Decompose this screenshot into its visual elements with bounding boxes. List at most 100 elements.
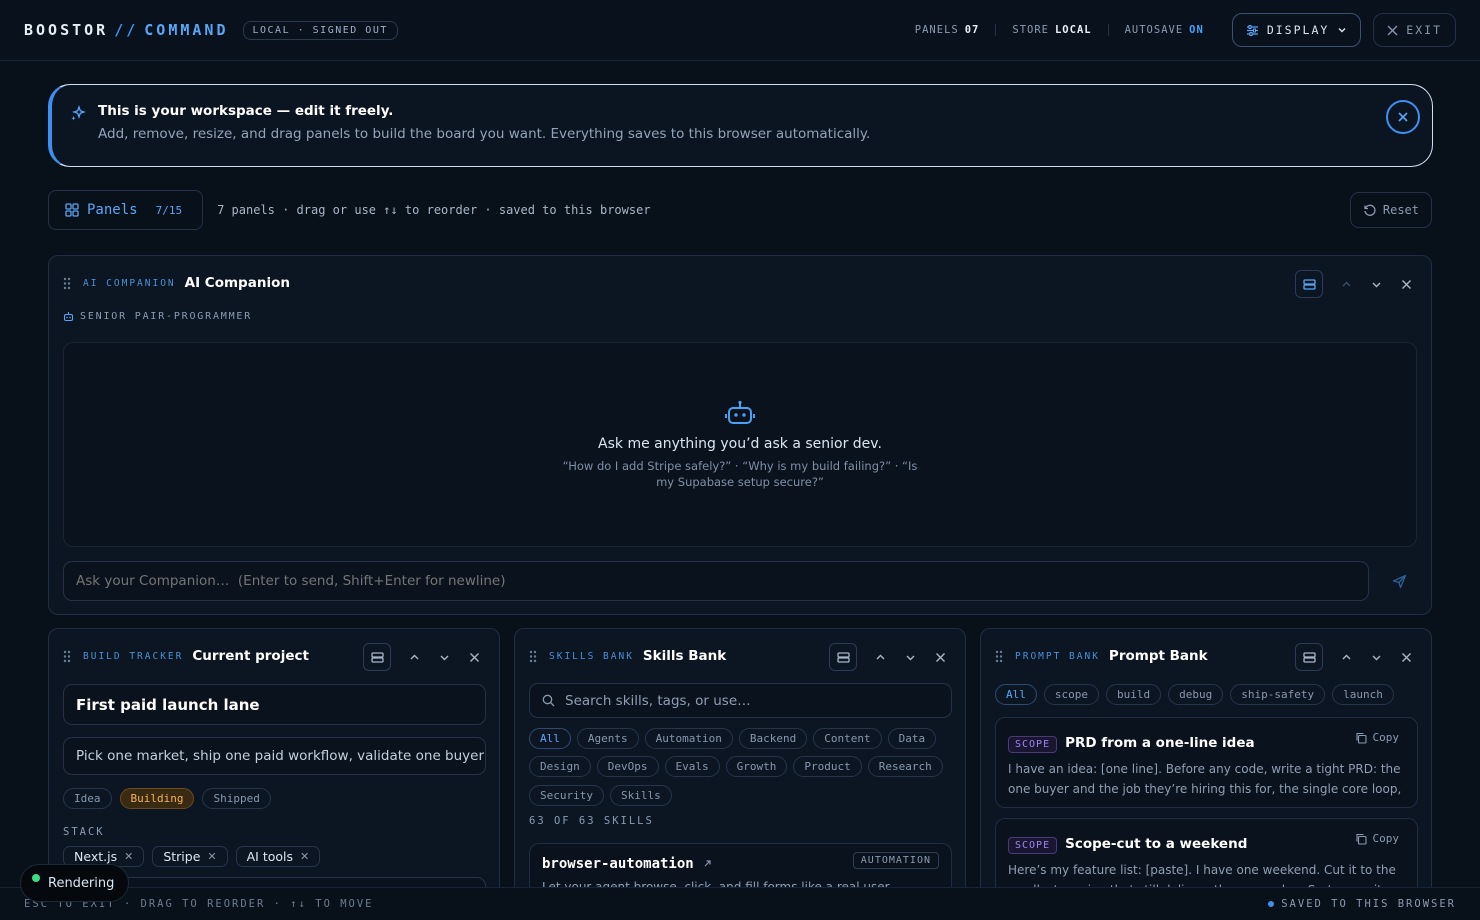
stage-building[interactable]: Building bbox=[119, 788, 195, 809]
skills-search[interactable]: Search skills, tags, or use… bbox=[529, 683, 952, 718]
banner-close-button[interactable] bbox=[1386, 100, 1420, 134]
external-link-icon[interactable] bbox=[703, 859, 712, 868]
drag-handle-icon[interactable] bbox=[63, 277, 71, 290]
display-label: DISPLAY bbox=[1266, 23, 1330, 37]
prompt-card[interactable]: SCOPE PRD from a one-line idea Copy I hav… bbox=[995, 717, 1418, 808]
filter-chip[interactable]: Agents bbox=[576, 728, 639, 749]
drag-handle-icon[interactable] bbox=[63, 650, 71, 663]
filter-chip[interactable]: debug bbox=[1168, 684, 1224, 705]
stage-idea[interactable]: Idea bbox=[63, 788, 112, 809]
resize-button[interactable] bbox=[1295, 270, 1323, 298]
filter-chip[interactable]: Product bbox=[793, 756, 862, 777]
drag-handle-icon[interactable] bbox=[529, 650, 537, 663]
banner-text: Add, remove, resize, and drag panels to … bbox=[98, 126, 871, 142]
filter-chip[interactable]: Data bbox=[887, 728, 937, 749]
remove-panel-button[interactable] bbox=[463, 646, 485, 668]
move-up-button[interactable] bbox=[403, 646, 425, 668]
project-name-field[interactable]: First paid launch lane bbox=[63, 684, 486, 725]
save-status-label: SAVED TO THIS BROWSER bbox=[1281, 898, 1456, 910]
remove-tag-icon[interactable]: ✕ bbox=[124, 850, 133, 863]
filter-chip[interactable]: Growth bbox=[725, 756, 788, 777]
copy-icon bbox=[1355, 732, 1367, 744]
panel-tag: BUILD TRACKER bbox=[83, 650, 184, 662]
chevron-down-icon bbox=[439, 652, 450, 663]
filter-chip[interactable]: Automation bbox=[644, 728, 733, 749]
panel-title: Skills Bank bbox=[642, 648, 727, 664]
robot-icon bbox=[725, 400, 755, 426]
chevron-up-icon bbox=[409, 652, 420, 663]
copy-button[interactable]: Copy bbox=[1355, 731, 1400, 744]
companion-role-label: SENIOR PAIR-PROGRAMMER bbox=[80, 311, 253, 322]
move-down-button[interactable] bbox=[433, 646, 455, 668]
rendering-toast: Rendering bbox=[20, 864, 129, 902]
copy-label: Copy bbox=[1372, 731, 1400, 744]
chevron-up-icon bbox=[1341, 279, 1352, 290]
panel-title: AI Companion bbox=[184, 275, 290, 291]
filter-chip[interactable]: scope bbox=[1043, 684, 1099, 705]
brand-name: BOOSTOR bbox=[24, 21, 109, 39]
resize-button[interactable] bbox=[363, 643, 391, 671]
move-down-button[interactable] bbox=[1365, 273, 1387, 295]
filter-chip[interactable]: Backend bbox=[738, 728, 808, 749]
header-stats: PANELS 07 STORE LOCAL AUTOSAVE ON bbox=[899, 24, 1220, 36]
panels-button[interactable]: Panels 7/15 bbox=[48, 190, 204, 230]
filter-chip[interactable]: All bbox=[995, 684, 1037, 705]
chat-transcript: Ask me anything you’d ask a senior dev. … bbox=[63, 342, 1417, 547]
filter-chip[interactable]: Evals bbox=[664, 756, 720, 777]
filter-chip[interactable]: build bbox=[1106, 684, 1162, 705]
reset-label: Reset bbox=[1382, 203, 1419, 217]
resize-button[interactable] bbox=[829, 643, 857, 671]
remove-tag-icon[interactable]: ✕ bbox=[300, 850, 309, 863]
move-down-button[interactable] bbox=[899, 646, 921, 668]
filter-chip[interactable]: Research bbox=[867, 756, 943, 777]
panel-header: SKILLS BANK Skills Bank bbox=[529, 645, 726, 667]
filter-chip[interactable]: Security bbox=[529, 785, 604, 806]
ai-companion-panel: AI COMPANION AI Companion SENIOR PAIR-PR… bbox=[48, 255, 1432, 615]
chevron-down-icon bbox=[1371, 279, 1382, 290]
exit-button[interactable]: EXIT bbox=[1373, 13, 1456, 47]
layout-rows-icon bbox=[1302, 278, 1316, 290]
reset-button[interactable]: Reset bbox=[1349, 192, 1432, 228]
move-up-button[interactable] bbox=[869, 646, 891, 668]
brand-separator: // bbox=[114, 21, 139, 39]
filter-chip[interactable]: Content bbox=[813, 728, 882, 749]
remove-panel-button[interactable] bbox=[929, 646, 951, 668]
resize-button[interactable] bbox=[1295, 643, 1323, 671]
chevron-down-icon bbox=[1371, 652, 1382, 663]
panel-header: AI COMPANION AI Companion bbox=[63, 272, 290, 294]
empty-state-title: Ask me anything you’d ask a senior dev. bbox=[598, 436, 882, 452]
remove-panel-button[interactable] bbox=[1395, 646, 1417, 668]
panel-title: Current project bbox=[192, 648, 309, 664]
move-up-button[interactable] bbox=[1335, 646, 1357, 668]
filter-chip[interactable]: Skills bbox=[609, 785, 672, 806]
copy-button[interactable]: Copy bbox=[1355, 832, 1399, 845]
move-up-button[interactable] bbox=[1335, 273, 1357, 295]
filter-chip[interactable]: launch bbox=[1332, 684, 1394, 705]
move-down-button[interactable] bbox=[1365, 646, 1387, 668]
filter-chip[interactable]: Design bbox=[529, 756, 591, 777]
send-button[interactable] bbox=[1381, 561, 1417, 601]
stage-shipped[interactable]: Shipped bbox=[202, 788, 271, 809]
companion-input[interactable] bbox=[63, 561, 1369, 601]
project-goal-field[interactable]: Pick one market, ship one paid workflow,… bbox=[63, 737, 486, 775]
layout-rows-icon bbox=[1302, 651, 1316, 663]
close-icon bbox=[935, 652, 946, 663]
filter-chip[interactable]: DevOps bbox=[596, 756, 659, 777]
grid-icon bbox=[65, 203, 79, 217]
drag-handle-icon[interactable] bbox=[995, 650, 1003, 663]
panel-controls bbox=[363, 643, 485, 671]
remove-tag-icon[interactable]: ✕ bbox=[207, 850, 216, 863]
display-button[interactable]: DISPLAY bbox=[1231, 13, 1362, 47]
chevron-up-icon bbox=[1341, 652, 1352, 663]
search-icon bbox=[542, 694, 555, 707]
robot-icon bbox=[63, 311, 74, 322]
send-icon bbox=[1392, 574, 1407, 589]
filter-chip[interactable]: ship-safety bbox=[1230, 684, 1326, 705]
stat-store: STORE LOCAL bbox=[996, 24, 1109, 36]
close-icon bbox=[1397, 111, 1409, 123]
remove-panel-button[interactable] bbox=[1395, 273, 1417, 295]
filter-chip[interactable]: All bbox=[529, 728, 571, 749]
reset-icon bbox=[1363, 204, 1376, 217]
stack-tag-label: Stripe bbox=[163, 849, 201, 864]
prompt-bank-panel: PROMPT BANK Prompt Bank All scope build … bbox=[980, 628, 1432, 908]
